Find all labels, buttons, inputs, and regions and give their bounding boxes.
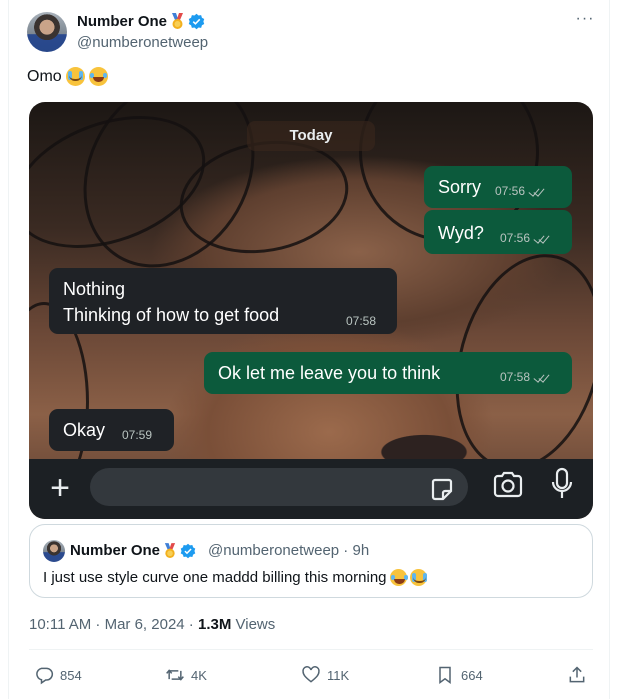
medal-icon (164, 542, 176, 558)
camera-icon[interactable] (492, 471, 524, 499)
medal-icon (172, 13, 184, 29)
loudly-crying-face-icon (65, 67, 85, 86)
more-options-icon[interactable]: ··· (575, 11, 595, 28)
message-text: Sorry (438, 177, 482, 197)
verified-badge-icon (188, 13, 205, 30)
frame-border-right (609, 0, 610, 699)
message-bubble-incoming[interactable]: Nothing Thinking of how to get food 07:5… (49, 268, 397, 334)
message-time: 07:59 (122, 428, 153, 442)
reply-button[interactable]: 854 (34, 665, 82, 685)
quoted-tweet-text: I just use style curve one maddd billing… (43, 569, 427, 586)
author-name[interactable]: Number One (77, 13, 167, 30)
repost-count: 4K (191, 667, 207, 683)
face-with-tears-of-joy-icon (88, 67, 108, 86)
read-receipt-icon (533, 233, 551, 244)
quoted-author-avatar (43, 540, 65, 562)
verified-badge-icon (180, 543, 196, 558)
bookmark-icon (439, 666, 451, 684)
face-with-tears-of-joy-icon (389, 569, 407, 586)
message-bubble-outgoing[interactable]: Wyd? 07:56 (424, 210, 572, 254)
tweet-timestamp[interactable]: 10:11 AM · Mar 6, 2024 · (29, 616, 198, 633)
tweet-metadata: 10:11 AM · Mar 6, 2024 · 1.3M Views (29, 616, 275, 633)
message-time: 07:58 (500, 370, 551, 384)
message-text-line-1: Nothing (63, 279, 126, 299)
like-count: 11K (327, 667, 350, 683)
reply-count: 854 (60, 667, 82, 683)
message-input[interactable] (90, 468, 468, 506)
read-receipt-icon (528, 186, 546, 197)
message-bubble-incoming[interactable]: Okay 07:59 (49, 409, 174, 451)
bookmark-count: 664 (461, 667, 483, 683)
message-text: Ok let me leave you to think (218, 363, 441, 383)
message-bubble-outgoing[interactable]: Ok let me leave you to think 07:58 (204, 352, 572, 394)
repost-icon (166, 669, 184, 681)
message-time: 07:56 (500, 231, 551, 245)
repost-button[interactable]: 4K (165, 665, 207, 685)
author-name-row[interactable]: Number One (77, 13, 205, 30)
views-label: Views (231, 616, 276, 633)
message-text-line-2: Thinking of how to get food (63, 305, 280, 325)
share-button[interactable] (567, 665, 587, 685)
like-button[interactable]: 11K (301, 665, 349, 685)
author-handle[interactable]: @numberonetweep (77, 34, 208, 51)
view-count: 1.3M (197, 616, 232, 633)
tweet-text: Omo (27, 67, 108, 86)
message-time: 07:58 (346, 314, 377, 328)
message-time: 07:56 (495, 184, 546, 198)
frame-border-left (8, 0, 9, 699)
quoted-author-name-row: Number One (70, 542, 196, 559)
bookmark-button[interactable]: 664 (435, 665, 483, 685)
share-icon (569, 666, 585, 683)
message-text: Okay (63, 420, 106, 440)
action-divider (29, 649, 593, 650)
plus-icon[interactable]: + (45, 471, 75, 505)
sticker-icon[interactable] (429, 477, 455, 503)
quoted-author-handle: @numberonetweep · 9h (208, 542, 370, 559)
reply-icon (36, 667, 54, 685)
message-text: Wyd? (438, 223, 484, 243)
heart-icon (302, 666, 320, 683)
tweet-media-image[interactable]: Today Sorry 07:56 Wyd? 07:56 Nothing Thi… (29, 102, 593, 519)
message-bubble-outgoing[interactable]: Sorry 07:56 (424, 166, 572, 208)
quoted-tweet-body: I just use style curve one maddd billing… (43, 569, 387, 586)
chat-date-chip: Today (247, 121, 375, 151)
author-avatar[interactable] (27, 12, 67, 52)
quoted-author-name: Number One (70, 542, 161, 559)
loudly-crying-face-icon (409, 569, 427, 586)
read-receipt-icon (533, 372, 551, 383)
quoted-tweet[interactable]: Number One @numberonetweep · 9h I just u… (29, 524, 593, 598)
tweet-body: Omo (27, 67, 62, 85)
microphone-icon[interactable] (551, 467, 573, 501)
